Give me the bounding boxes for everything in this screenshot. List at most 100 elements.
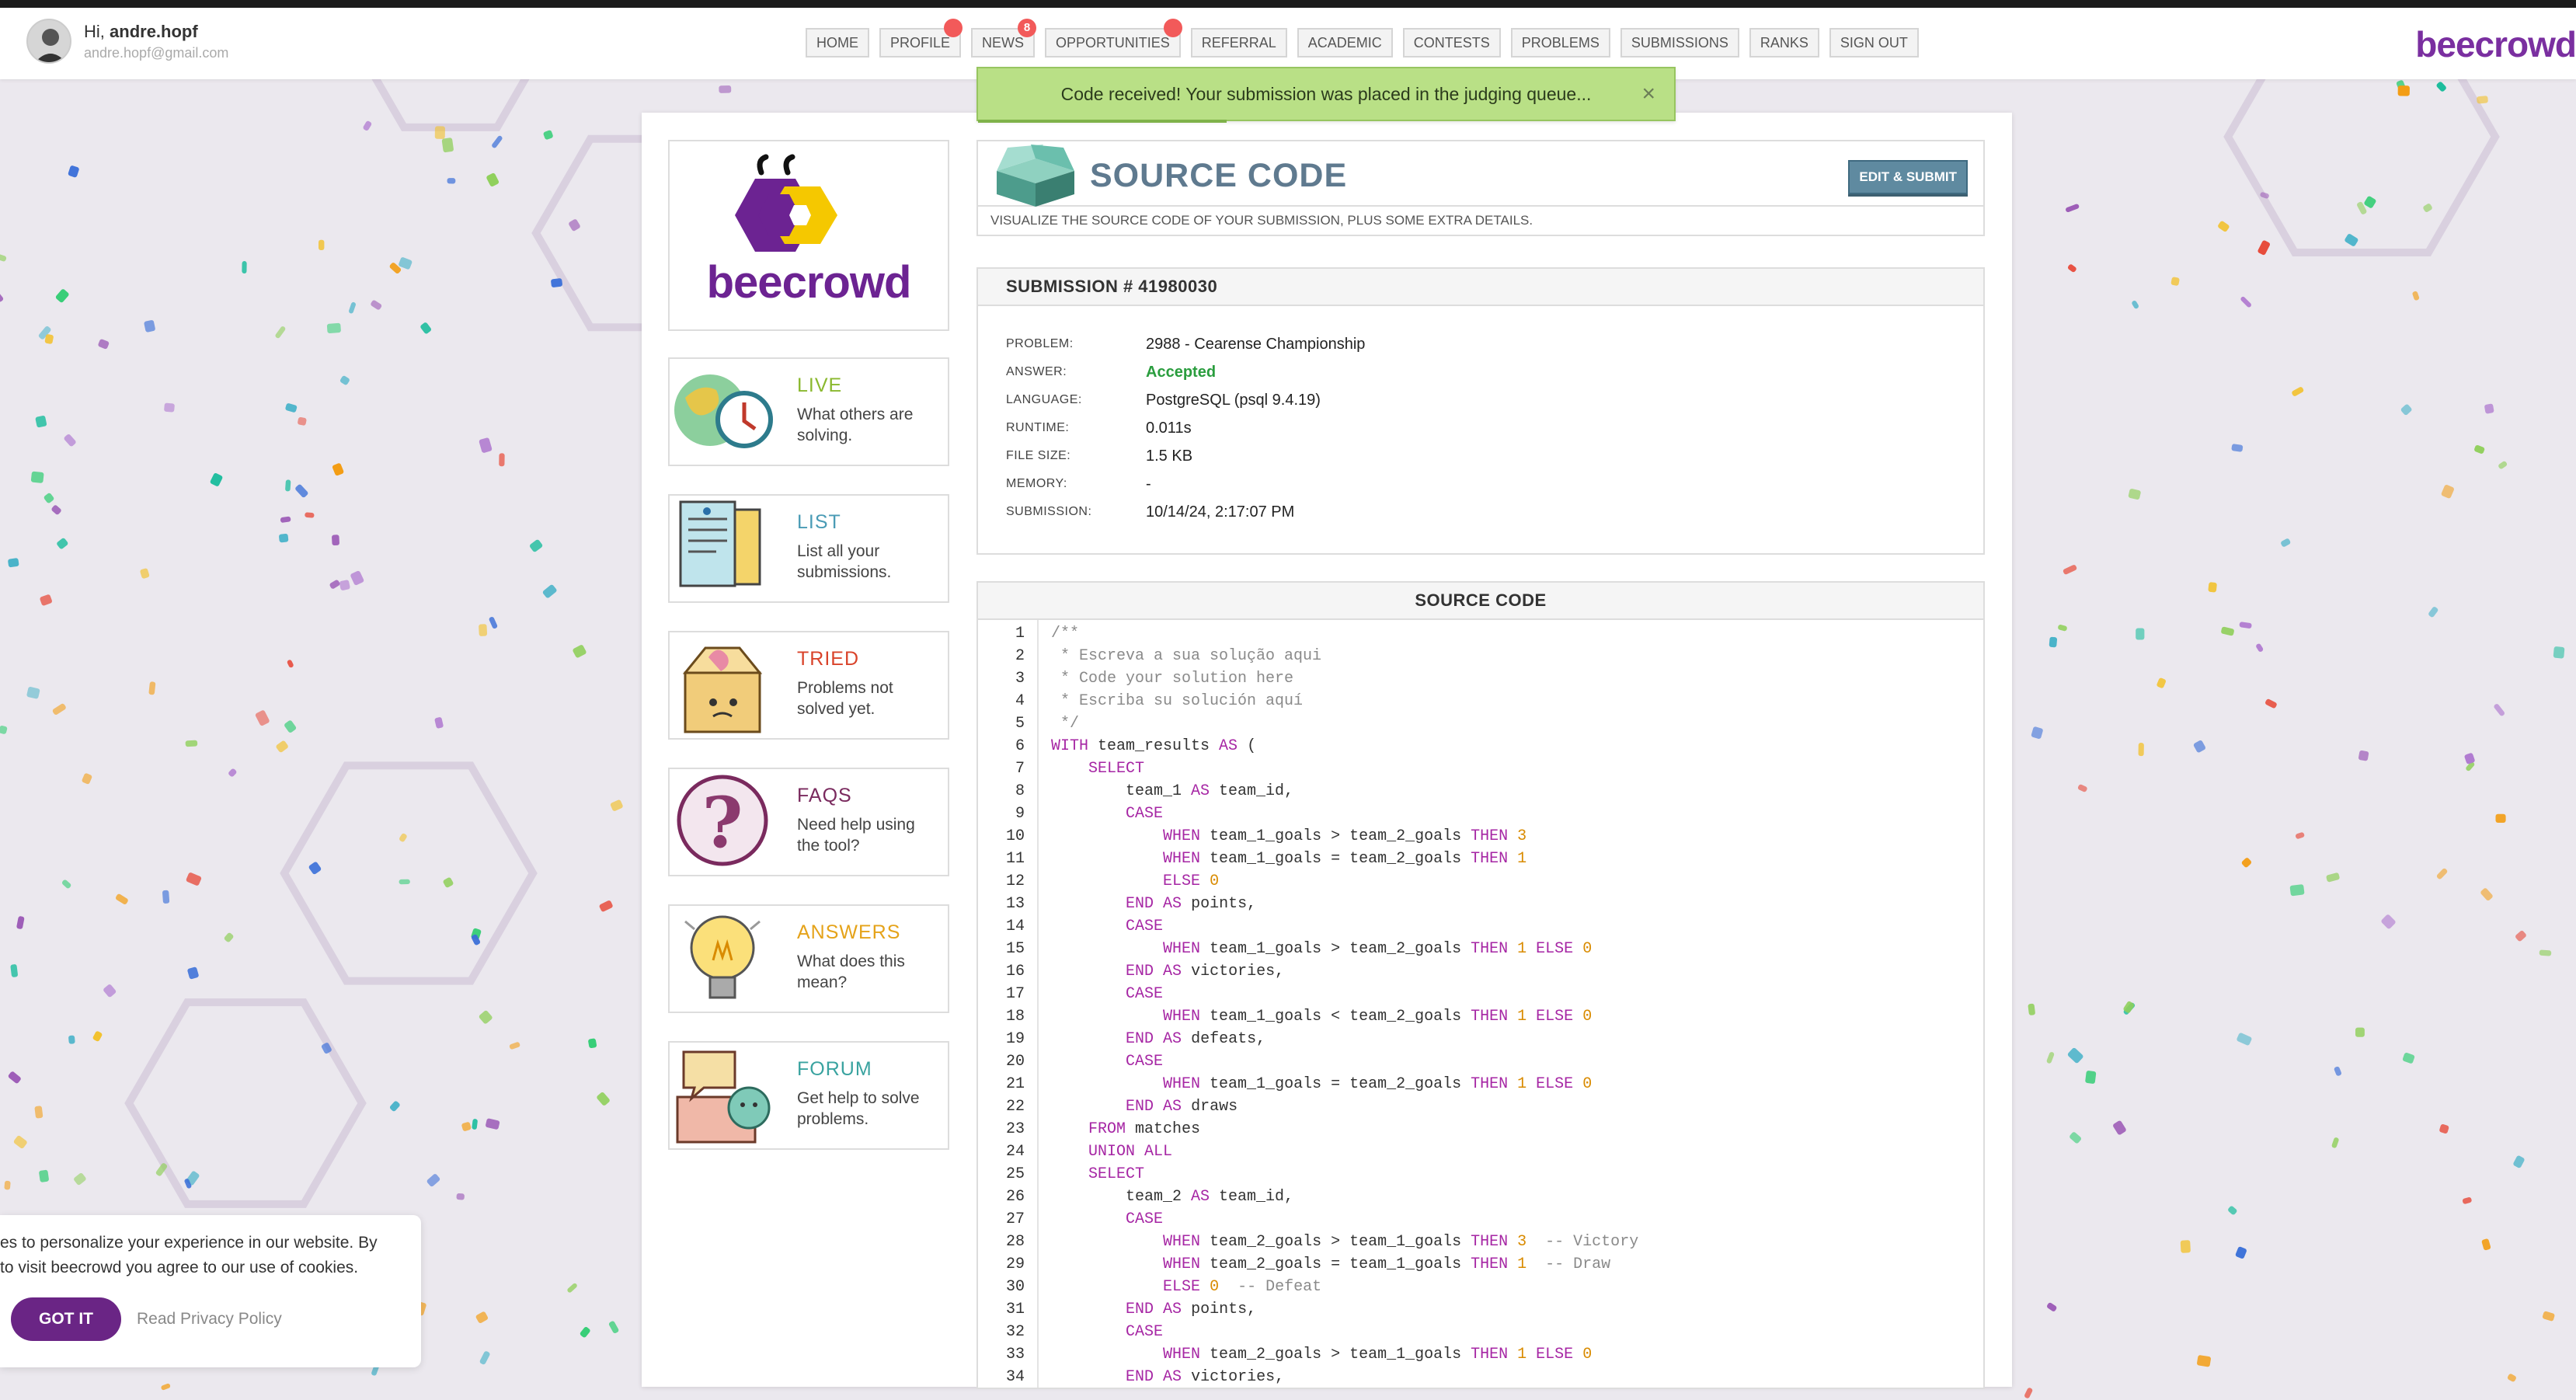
line-number: 5 [1015,715,1025,733]
nav-item-ranks[interactable]: RANKS [1749,28,1819,57]
info-row: ANSWER: Accepted [1006,360,1216,384]
nav-item-academic[interactable]: ACADEMIC [1297,28,1393,57]
status-accepted: Accepted [1146,363,1217,381]
source-code-title: SOURCE CODE [978,583,1983,620]
sidebar-card-title: LIST [797,511,841,533]
code-line: END AS points, [1126,895,1257,913]
info-key: ANSWER: [1006,365,1067,378]
privacy-policy-link[interactable]: Read Privacy Policy [137,1310,282,1329]
cookie-text-line-2: to visit beecrowd you agree to our use o… [0,1259,359,1276]
info-key: MEMORY: [1006,477,1067,490]
nav-item-opportunities[interactable]: OPPORTUNITIES [1045,19,1182,57]
sidebar-card-live[interactable]: LIVE What others are solving. [668,357,949,466]
line-number: 21 [1005,1075,1025,1093]
info-value: 0.011s [1146,419,1192,437]
nav-item-referral[interactable]: REFERRAL [1190,28,1287,57]
line-number: 31 [1005,1301,1025,1318]
close-icon[interactable]: × [1641,81,1655,107]
code-line: END AS draws [1126,1098,1238,1116]
sidebar-card-desc: Get help to solve problems. [797,1089,920,1128]
info-value: PostgreSQL (psql 9.4.19) [1146,391,1321,409]
nav-label: REFERRAL [1201,34,1276,50]
notification-badge [944,19,963,37]
nav-item-sign-out[interactable]: SIGN OUT [1829,28,1919,57]
svg-text:?: ? [702,782,743,864]
lightbulb-icon [670,906,775,1012]
sidebar-brand-text: beecrowd [706,257,912,308]
nav-label: PROBLEMS [1521,34,1600,50]
info-row: SUBMISSION: 10/14/24, 2:17:07 PM [1006,500,1294,524]
edit-submit-button[interactable]: EDIT & SUBMIT [1848,160,1968,194]
nav-label: NEWS [982,34,1025,50]
code-line: WHEN team_1_goals < team_2_goals THEN 1 … [1163,1008,1593,1026]
nav-item-contests[interactable]: CONTESTS [1402,28,1501,57]
sidebar-card-answers[interactable]: ANSWERS What does this mean? [668,904,949,1013]
line-number: 32 [1005,1323,1025,1341]
code-line: WHEN team_1_goals = team_2_goals THEN 1 … [1163,1075,1593,1093]
line-number: 4 [1015,692,1025,710]
line-number: 6 [1015,737,1025,755]
info-key: RUNTIME: [1006,421,1070,434]
nav-item-profile[interactable]: PROFILE [879,19,963,57]
sidebar-card-tried[interactable]: TRIED Problems not solved yet. [668,631,949,740]
line-number: 33 [1005,1346,1025,1363]
sidebar-card-title: TRIED [797,648,859,670]
info-row: MEMORY: - [1006,472,1151,496]
line-number: 29 [1005,1255,1025,1273]
code-line: END AS defeats, [1126,1030,1266,1048]
nav-label: RANKS [1760,34,1808,50]
line-number-gutter [1037,620,1039,1388]
nav-item-submissions[interactable]: SUBMISSIONS [1620,28,1739,57]
code-line: team_1 AS team_id, [1051,782,1294,800]
sidebar-card-faqs[interactable]: ? FAQS Need help using the tool? [668,768,949,876]
info-key: PROBLEM: [1006,337,1074,350]
sidebar-card-desc: Problems not solved yet. [797,679,893,718]
line-number: 14 [1005,918,1025,935]
avatar[interactable] [26,19,71,64]
sidebar-card-title: ANSWERS [797,921,901,943]
brand-logo[interactable]: beecrowd [2415,23,2576,65]
question-icon: ? [670,769,775,875]
line-number: 24 [1005,1143,1025,1161]
code-line: FROM matches [1088,1120,1201,1138]
line-number: 12 [1005,872,1025,890]
cookie-text: es to personalize your experience in our… [0,1231,419,1280]
user-email: andre.hopf@gmail.com [84,45,229,61]
line-number: 26 [1005,1188,1025,1206]
sidebar-card-list[interactable]: LIST List all your submissions. [668,494,949,603]
cookie-text-line-1: es to personalize your experience in our… [0,1234,378,1252]
documents-icon [670,496,775,601]
nav-label: SIGN OUT [1840,34,1908,50]
info-value: 10/14/24, 2:17:07 PM [1146,503,1295,521]
greeting-text: Hi, [84,22,105,41]
box-icon [997,145,1074,207]
sidebar-card-forum[interactable]: FORUM Get help to solve problems. [668,1041,949,1150]
nav-label: SUBMISSIONS [1631,34,1728,50]
line-number: 34 [1005,1368,1025,1386]
line-number: 25 [1005,1165,1025,1183]
nav-item-problems[interactable]: PROBLEMS [1510,28,1610,57]
code-line: SELECT [1088,1165,1145,1183]
chat-icon [670,1043,775,1148]
page-subtitle: VISUALIZE THE SOURCE CODE OF YOUR SUBMIS… [976,207,1985,236]
toast-notification: Code received! Your submission was place… [976,67,1676,123]
code-line: CASE [1126,805,1164,823]
submission-panel: SUBMISSION # 41980030 PROBLEM: 2988 - Cea… [976,267,1985,555]
code-line: * Escriba su solución aquí [1051,692,1304,710]
code-line: WHEN team_2_goals = team_1_goals THEN 1 … [1163,1255,1611,1273]
code-line: UNION ALL [1088,1143,1173,1161]
line-number: 23 [1005,1120,1025,1138]
notification-badge [1163,19,1182,37]
code-line: ELSE 0 [1163,872,1220,890]
nav-item-home[interactable]: HOME [806,28,869,57]
info-value: 1.5 KB [1146,447,1193,465]
toast-message: Code received! Your submission was place… [1060,83,1592,104]
got-it-button[interactable]: GOT IT [11,1297,121,1341]
info-row: FILE SIZE: 1.5 KB [1006,444,1192,468]
line-number: 27 [1005,1210,1025,1228]
toast-progress [978,120,1227,123]
code-line: team_2 AS team_id, [1051,1188,1294,1206]
nav-item-news[interactable]: NEWS 8 [971,19,1037,57]
user-name: andre.hopf [110,22,198,41]
line-number: 13 [1005,895,1025,913]
